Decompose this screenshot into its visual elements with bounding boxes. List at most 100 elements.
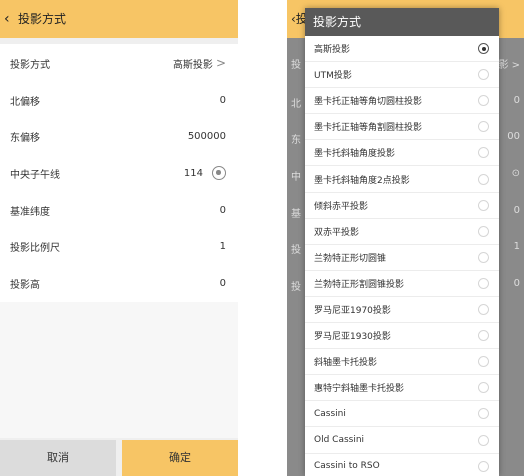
- radio-button-icon[interactable]: [478, 43, 489, 54]
- projection-picker-screen: ‹投 投 北 东 中 基 投 投 影 > 0 00 ⊙ 0 1 0 投影方式 高…: [287, 0, 524, 476]
- radio-button-icon[interactable]: [478, 304, 489, 315]
- background-label-fragment: 中: [291, 172, 301, 183]
- projection-option[interactable]: Cassini: [305, 401, 499, 428]
- projection-option-label: 墨卡托斜轴角度投影: [314, 149, 396, 160]
- background-value-fragment: 0: [513, 95, 520, 106]
- row-east-offset[interactable]: 东偏移 500000: [0, 117, 238, 155]
- radio-button-icon[interactable]: [478, 434, 489, 446]
- projection-settings-screen: ‹ 投影方式 投影方式 高斯投影 > 北偏移 0 东偏移 500000 中央子午…: [0, 0, 238, 476]
- confirm-button[interactable]: 确定: [122, 440, 238, 476]
- radio-button-icon[interactable]: [478, 225, 489, 237]
- projection-option[interactable]: 高斯投影: [305, 36, 499, 62]
- projection-option[interactable]: 罗马尼亚1970投影: [305, 297, 499, 323]
- row-central-meridian[interactable]: 中央子午线 114: [0, 154, 238, 192]
- chevron-right-icon: >: [215, 56, 226, 70]
- radio-button-icon[interactable]: [478, 460, 489, 472]
- projection-method-value: 高斯投影: [172, 59, 213, 71]
- projection-option-label: 兰勃特正形割圆锥投影: [314, 279, 405, 290]
- radio-button-icon[interactable]: [478, 408, 489, 420]
- footer-bar: 取消 确定: [0, 440, 238, 476]
- projection-option-label: 双赤平投影: [314, 227, 360, 238]
- projection-option[interactable]: 惠特宁斜轴墨卡托投影: [305, 375, 499, 402]
- radio-button-icon[interactable]: [478, 199, 489, 211]
- projection-option[interactable]: 墨卡托正轴等角割圆柱投影: [305, 114, 499, 141]
- projection-option[interactable]: 双赤平投影: [305, 219, 499, 245]
- background-value-fragment: 0: [513, 205, 520, 216]
- background-value-fragment: 00: [507, 131, 520, 142]
- radio-button-icon[interactable]: [478, 251, 489, 263]
- row-base-latitude[interactable]: 基准纬度 0: [0, 191, 238, 229]
- background-label-fragment: 投: [291, 282, 301, 293]
- background-label-fragment: 基: [291, 209, 301, 220]
- background-label-fragment: 投: [291, 60, 301, 71]
- cancel-button[interactable]: 取消: [0, 440, 116, 476]
- location-target-icon[interactable]: [212, 166, 226, 180]
- empty-area: [0, 302, 238, 438]
- projection-option-label: 斜轴墨卡托投影: [314, 358, 378, 369]
- radio-button-icon[interactable]: [478, 382, 489, 394]
- projection-option-label: 倾斜赤平投影: [314, 201, 369, 212]
- projection-select-dialog: 投影方式 高斯投影 UTM投影墨卡托正轴等角切圆柱投影 墨卡托正轴等角割圆柱投影 墨卡…: [305, 8, 499, 476]
- background-value-fragment: 1: [513, 241, 520, 252]
- page-title: 投影方式: [18, 12, 67, 26]
- projection-option[interactable]: 墨卡托正轴等角切圆柱投影: [305, 88, 499, 115]
- row-projection-height[interactable]: 投影高 0: [0, 264, 238, 302]
- projection-option[interactable]: 墨卡托斜轴角度2点投影: [305, 167, 499, 193]
- projection-option-label: Cassini to RSO: [314, 461, 380, 472]
- dialog-title: 投影方式: [305, 8, 499, 36]
- radio-button-icon[interactable]: [478, 356, 489, 368]
- north-offset-value[interactable]: 0: [220, 95, 226, 106]
- projection-option[interactable]: Cassini to RSO: [305, 454, 499, 476]
- row-north-offset[interactable]: 北偏移 0: [0, 81, 238, 119]
- row-label: 投影高: [10, 279, 40, 291]
- east-offset-value[interactable]: 500000: [188, 131, 226, 142]
- radio-button-icon[interactable]: [478, 277, 489, 289]
- projection-option[interactable]: 罗马尼亚1930投影: [305, 323, 499, 350]
- radio-button-icon[interactable]: [478, 95, 489, 107]
- row-projection-method[interactable]: 投影方式 高斯投影 >: [0, 44, 238, 82]
- projection-option[interactable]: 倾斜赤平投影: [305, 193, 499, 219]
- projection-option[interactable]: 斜轴墨卡托投影: [305, 349, 499, 376]
- projection-option[interactable]: 墨卡托斜轴角度投影: [305, 140, 499, 167]
- background-label-fragment: 投: [291, 245, 301, 256]
- background-label-fragment: 北: [291, 99, 301, 110]
- row-label: 投影方式: [10, 59, 50, 71]
- row-label: 北偏移: [10, 96, 40, 108]
- radio-button-icon[interactable]: [478, 147, 489, 159]
- projection-option[interactable]: UTM投影: [305, 62, 499, 89]
- central-meridian-value[interactable]: 114: [184, 168, 203, 179]
- projection-height-value[interactable]: 0: [220, 278, 226, 289]
- background-value-fragment: 0: [513, 278, 520, 289]
- background-label-fragment: 东: [291, 135, 301, 146]
- base-latitude-value[interactable]: 0: [220, 205, 226, 216]
- projection-option-label: UTM投影: [314, 71, 352, 82]
- radio-button-icon[interactable]: [478, 173, 489, 185]
- row-label: 中央子午线: [10, 169, 60, 181]
- projection-option[interactable]: 兰勃特正形切圆锥: [305, 245, 499, 271]
- projection-option-label: 墨卡托正轴等角割圆柱投影: [314, 123, 423, 134]
- row-label: 投影比例尺: [10, 242, 60, 254]
- row-label: 东偏移: [10, 132, 40, 144]
- projection-option-label: 墨卡托斜轴角度2点投影: [314, 175, 410, 186]
- projection-option-label: Cassini: [314, 408, 346, 419]
- background-value-fragment: 影 >: [498, 60, 520, 71]
- radio-button-icon[interactable]: [478, 121, 489, 133]
- projection-option-label: 高斯投影: [314, 45, 351, 55]
- back-chevron-icon[interactable]: ‹: [4, 0, 18, 38]
- projection-option-label: Old Cassini: [314, 435, 365, 445]
- row-projection-scale[interactable]: 投影比例尺 1: [0, 227, 238, 265]
- row-value-container: 高斯投影 >: [173, 56, 226, 71]
- projection-option-label: 惠特宁斜轴墨卡托投影: [314, 384, 405, 395]
- row-label: 基准纬度: [10, 206, 50, 218]
- projection-option-label: 兰勃特正形切圆锥: [314, 253, 387, 264]
- radio-button-icon[interactable]: [478, 330, 489, 342]
- projection-option[interactable]: Old Cassini: [305, 428, 499, 454]
- background-value-fragment: ⊙: [511, 168, 520, 179]
- projection-scale-value[interactable]: 1: [220, 241, 226, 252]
- row-value-container: 114: [184, 166, 226, 180]
- projection-option[interactable]: 兰勃特正形割圆锥投影: [305, 271, 499, 297]
- projection-option-label: 罗马尼亚1970投影: [314, 306, 391, 316]
- projection-option-label: 墨卡托正轴等角切圆柱投影: [314, 97, 423, 108]
- projection-option-label: 罗马尼亚1930投影: [314, 332, 391, 343]
- radio-button-icon[interactable]: [478, 69, 489, 81]
